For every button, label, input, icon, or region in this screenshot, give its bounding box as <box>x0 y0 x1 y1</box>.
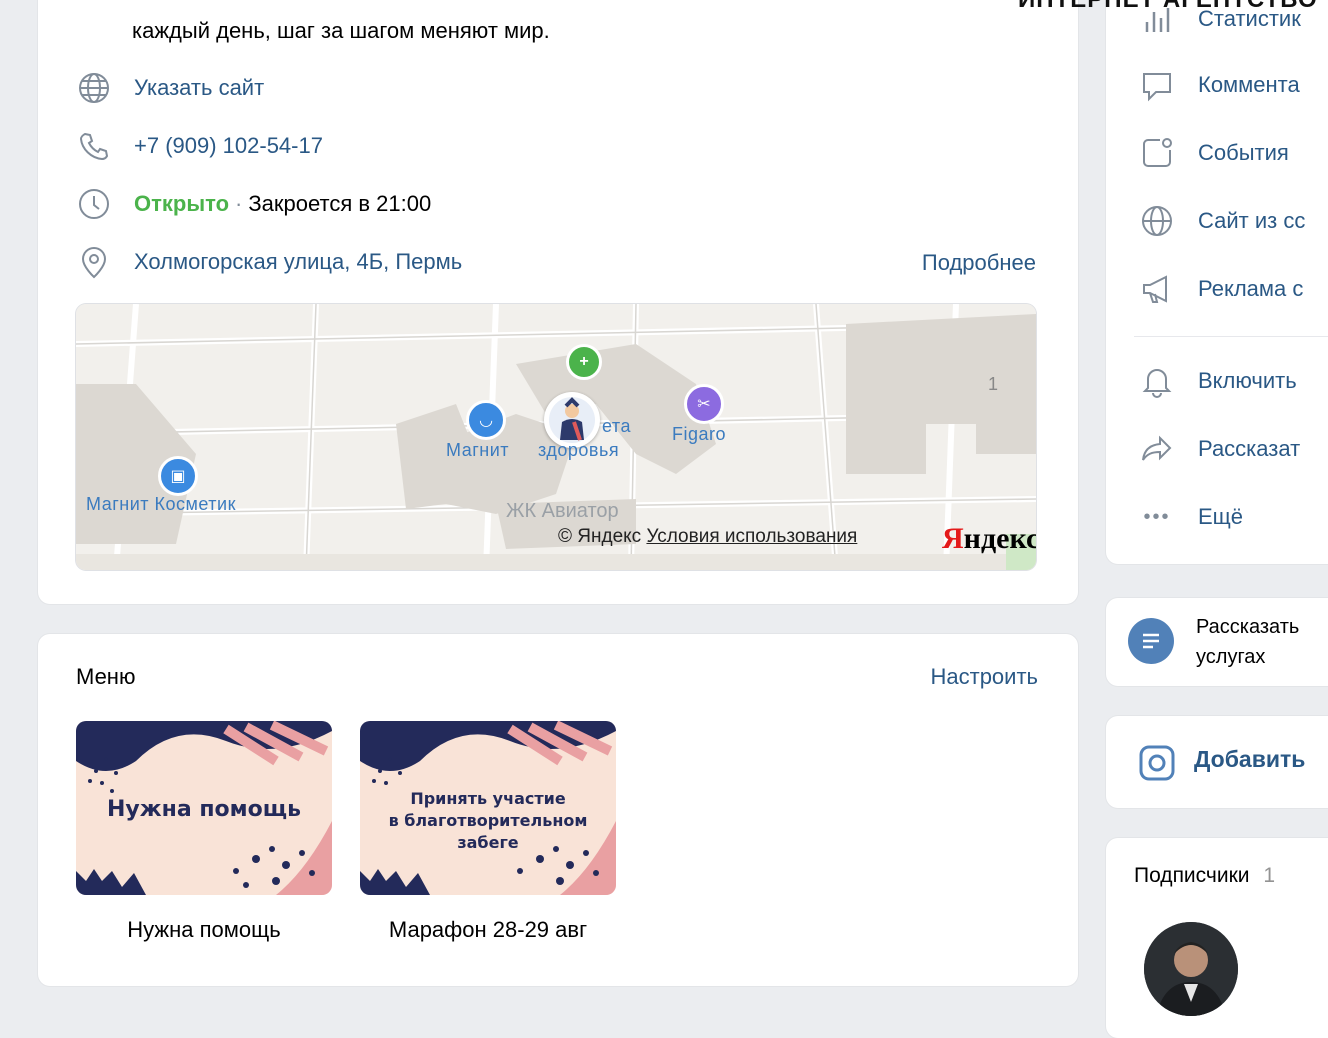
subscriber-avatar[interactable] <box>1144 922 1238 1016</box>
map-label-place-line1: ета <box>602 416 631 436</box>
house-number-label: 1 <box>988 374 999 394</box>
side-item-comments[interactable]: Коммента <box>1138 66 1300 104</box>
map-copyright: © Яндекс Условия использования <box>558 526 857 548</box>
menu-configure-link[interactable]: Настроить <box>931 664 1039 690</box>
address-row[interactable]: Холмогорская улица, 4Б, Пермь <box>76 244 462 280</box>
website-link[interactable]: Указать сайт <box>134 75 264 101</box>
menu-caption-marathon[interactable]: Марафон 28-29 авг <box>360 917 616 943</box>
location-pin-icon <box>76 244 112 280</box>
separator-dot: · <box>235 191 243 216</box>
basket-pin-icon[interactable]: ◡ <box>466 400 506 440</box>
description-text: каждый день, шаг за шагом меняют мир. <box>132 18 550 43</box>
shopping-bag-pin-icon[interactable]: ▣ <box>158 456 198 496</box>
side-item-notifications-label: Включить <box>1198 368 1297 393</box>
map-label-magnit: Магнит <box>446 440 510 460</box>
subscribers-count: 1 <box>1263 864 1276 887</box>
menu-title: Меню <box>76 664 136 689</box>
phone-number[interactable]: +7 (909) 102-54-17 <box>134 133 323 159</box>
side-item-comments-label: Коммента <box>1198 72 1300 97</box>
globe-icon <box>76 70 112 106</box>
side-item-share-label: Рассказат <box>1198 436 1301 461</box>
scissors-pin-icon[interactable]: ✂ <box>684 384 724 424</box>
subscribers-card: Подписчики 1 <box>1106 838 1328 1038</box>
menu-card: Меню Настроить Нужна помощь Нужна помощь <box>38 634 1078 986</box>
side-item-events[interactable]: События <box>1138 134 1289 172</box>
side-item-share[interactable]: Рассказат <box>1138 430 1300 468</box>
menu-thumb-marathon[interactable]: Принять участие в благотворительном забе… <box>360 721 616 895</box>
subscribers-title[interactable]: Подписчики 1 <box>1134 864 1275 888</box>
phone-row[interactable]: +7 (909) 102-54-17 <box>76 128 323 164</box>
menu-item-marathon[interactable]: Принять участие в благотворительном забе… <box>360 721 616 943</box>
terms-link[interactable]: Условия использования <box>646 526 857 547</box>
side-actions-card: Статистик Коммента События Сайт из сс Ре… <box>1106 0 1328 564</box>
add-label: Добавить <box>1194 746 1306 772</box>
side-item-more[interactable]: ••• Ещё <box>1138 498 1243 536</box>
more-icon: ••• <box>1143 505 1171 528</box>
address-link[interactable]: Холмогорская улица, 4Б, Пермь <box>134 249 462 275</box>
comment-icon <box>1138 66 1176 104</box>
globe-icon <box>1138 202 1176 240</box>
menu-thumb-marathon-line1: Принять участие <box>410 789 566 808</box>
menu-caption-help[interactable]: Нужна помощь <box>76 917 332 943</box>
side-item-site-label: Сайт из сс <box>1198 208 1306 233</box>
side-item-ads[interactable]: Реклама с <box>1138 270 1303 308</box>
map-label-figaro: Figaro <box>672 424 727 444</box>
side-item-notifications[interactable]: Включить <box>1138 362 1297 400</box>
events-icon <box>1138 134 1176 172</box>
menu-thumb-help[interactable]: Нужна помощь <box>76 721 332 895</box>
clock-icon <box>76 186 112 222</box>
side-item-events-label: События <box>1198 140 1289 165</box>
map-label-magnit-kosmetik: Магнит Косметик <box>86 494 236 514</box>
map-label-place-line2: здоровья <box>538 440 620 460</box>
menu-thumb-marathon-line3: забеге <box>457 833 519 852</box>
menu-item-help[interactable]: Нужна помощь Нужна помощь <box>76 721 332 943</box>
tell-line2: услугах <box>1196 646 1266 668</box>
map[interactable]: 1 ▣ Магнит Косметик ◡ Магнит + ета здоро… <box>76 304 1036 570</box>
side-divider <box>1134 336 1328 337</box>
copyright-text: © Яндекс <box>558 526 642 547</box>
add-card[interactable]: Добавить <box>1106 716 1328 808</box>
menu-thumb-help-text: Нужна помощь <box>107 797 301 822</box>
side-item-site[interactable]: Сайт из сс <box>1138 202 1305 240</box>
menu-thumb-marathon-line2: в благотворительном <box>388 811 588 830</box>
bell-icon <box>1138 362 1176 400</box>
instagram-icon <box>1138 744 1176 787</box>
more-link[interactable]: Подробнее <box>922 250 1036 276</box>
tell-line1: Рассказать <box>1196 616 1300 638</box>
megaphone-icon <box>1138 270 1176 308</box>
tell-icon <box>1128 618 1174 664</box>
share-icon <box>1138 430 1176 468</box>
phone-icon <box>76 128 112 164</box>
hours-row: Открыто · Закроется в 21:00 <box>76 186 431 222</box>
side-item-more-label: Ещё <box>1198 504 1244 529</box>
status-open: Открыто <box>134 191 230 216</box>
side-item-ads-label: Реклама с <box>1198 276 1304 301</box>
website-row[interactable]: Указать сайт <box>76 70 264 106</box>
pharmacy-pin-icon[interactable]: + <box>566 344 602 380</box>
map-label-zhk: ЖК Авиатор <box>506 500 619 522</box>
yandex-logo[interactable]: Яндекс <box>942 522 1036 556</box>
info-card: каждый день, шаг за шагом меняют мир. Ук… <box>38 0 1078 604</box>
tell-services-card[interactable]: Рассказать услугах <box>1106 598 1328 686</box>
status-close: Закроется в 21:00 <box>248 191 432 216</box>
watermark-text: ИНТЕРНЕТ АГЕНТСТВО <box>1018 0 1318 14</box>
